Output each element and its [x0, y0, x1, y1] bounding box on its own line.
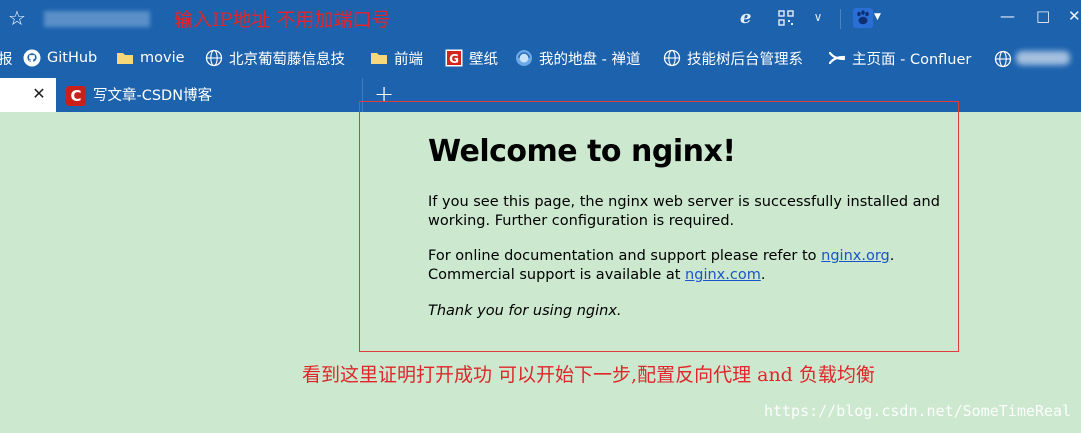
bookmark-label: 我的地盘 - 禅道: [539, 51, 641, 68]
bookmark-movie[interactable]: movie: [116, 46, 185, 70]
intro-paragraph: If you see this page, the nginx web serv…: [428, 194, 940, 229]
toolbar-divider: [840, 9, 841, 29]
qr-code-icon[interactable]: [778, 10, 794, 26]
ie-icon[interactable]: e: [740, 8, 760, 28]
thanks-paragraph: Thank you for using nginx.: [428, 303, 622, 319]
commercial-text: Commercial support is available at: [428, 267, 686, 283]
bookmark-wallpaper[interactable]: G 壁纸: [445, 46, 498, 70]
folder-icon: [371, 53, 387, 64]
tab-csdn[interactable]: C 写文章-CSDN博客: [56, 78, 363, 112]
bookmark-label: movie: [140, 50, 185, 66]
globe-icon[interactable]: [994, 50, 1012, 68]
docs-paragraph: For online documentation and support ple…: [428, 247, 948, 285]
bookmark-label: 壁纸: [469, 51, 498, 68]
bookmark-label: GitHub: [47, 50, 98, 66]
bookmark-label: 前端: [394, 51, 423, 68]
bookmark-partial[interactable]: 报: [0, 46, 13, 70]
bookmark-zentao[interactable]: 我的地盘 - 禅道: [515, 46, 640, 70]
tab-active[interactable]: ✕: [0, 78, 56, 112]
nginx-org-link[interactable]: nginx.org: [821, 248, 890, 264]
bookmark-blurred[interactable]: [1016, 51, 1070, 65]
minimize-icon[interactable]: —: [1000, 6, 1015, 26]
confluence-icon: [828, 51, 846, 65]
commercial-period: .: [760, 267, 766, 283]
docs-period: .: [889, 248, 895, 264]
bookmark-skilltree[interactable]: 技能树后台管理系: [663, 46, 803, 70]
docs-text: For online documentation and support ple…: [428, 248, 822, 264]
bookmark-github[interactable]: GitHub: [23, 46, 97, 70]
bookmark-frontend[interactable]: 前端: [370, 46, 423, 70]
watermark: https://blog.csdn.net/SomeTimeReal: [763, 402, 1071, 420]
address-input-blurred[interactable]: [44, 11, 150, 27]
github-icon: [23, 49, 41, 67]
baidu-paw-icon[interactable]: [853, 8, 873, 28]
zentao-icon: [516, 50, 532, 66]
paw-dropdown-icon[interactable]: ▼: [874, 11, 881, 23]
bookmark-confluence[interactable]: 主页面 - Confluer: [828, 46, 971, 70]
tab-label: 写文章-CSDN博客: [93, 88, 213, 104]
page-title: Welcome to nginx!: [428, 134, 736, 169]
bookmark-label: 报: [0, 51, 13, 68]
star-icon[interactable]: ☆: [6, 7, 28, 29]
bookmark-label: 技能树后台管理系: [687, 51, 803, 68]
globe-icon: [205, 49, 223, 67]
url-annotation: 输入IP地址 不用加端口号: [174, 9, 391, 31]
chevron-down-icon[interactable]: ∨: [810, 9, 826, 25]
wallpaper-g-icon: G: [445, 49, 463, 67]
address-bar: ☆ 输入IP地址 不用加端口号 e ∨ ▼ — □ ✕: [0, 0, 1081, 38]
bookmark-label: 主页面 - Confluer: [852, 51, 972, 68]
folder-icon: [117, 53, 133, 64]
bookmark-putaoteng[interactable]: 北京葡萄藤信息技: [205, 46, 345, 70]
bookmark-label: 北京葡萄藤信息技: [229, 51, 345, 68]
success-annotation: 看到这里证明打开成功 可以开始下一步,配置反向代理 and 负载均衡: [302, 364, 875, 386]
close-icon[interactable]: ✕: [30, 85, 48, 103]
csdn-icon: C: [66, 86, 86, 106]
svg-text:G: G: [449, 52, 459, 66]
maximize-icon[interactable]: □: [1036, 6, 1050, 26]
close-window-icon[interactable]: ✕: [1068, 6, 1081, 26]
globe-icon: [663, 49, 681, 67]
nginx-com-link[interactable]: nginx.com: [685, 267, 761, 283]
